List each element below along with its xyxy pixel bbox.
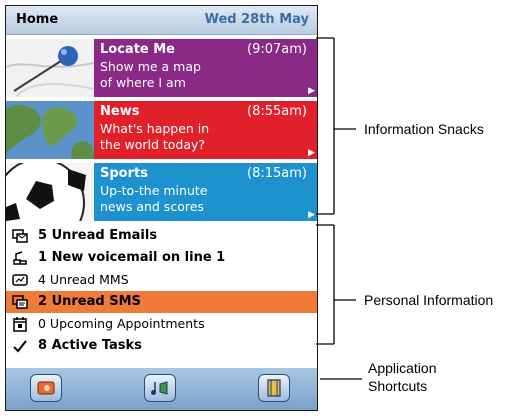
list-item-label: 4 Unread MMS <box>38 272 129 287</box>
voicemail-icon <box>13 251 27 265</box>
video-icon <box>267 379 281 397</box>
camera-shortcut-button[interactable] <box>30 374 62 402</box>
snack-title: Sports <box>100 166 148 181</box>
date-label: Wed 28th May <box>204 12 309 27</box>
snack-desc-line: Up-to-the minute <box>100 183 208 198</box>
snack-desc-line: What's happen in <box>100 121 210 136</box>
calendar-icon <box>13 317 27 332</box>
snack-desc-line: news and scores <box>100 199 204 214</box>
list-item-label: 2 Unread SMS <box>38 294 141 309</box>
list-item-sms[interactable]: 2 Unread SMS <box>6 291 317 313</box>
mms-icon <box>12 274 28 286</box>
chevron-right-icon: ▶ <box>308 210 315 220</box>
callout-application-line1: Application <box>368 360 437 376</box>
checkmark-icon <box>13 340 27 353</box>
snack-band: Sports (8:15am) Up-to-the minute news an… <box>94 163 317 221</box>
list-item-label: 8 Active Tasks <box>38 338 142 353</box>
sms-icon <box>12 295 28 309</box>
music-icon <box>151 381 168 395</box>
chevron-right-icon: ▶ <box>308 148 315 158</box>
callout-application-line2: Shortcuts <box>368 378 428 394</box>
shortcuts-bar <box>6 368 317 410</box>
soccer-ball-image <box>6 163 94 221</box>
video-shortcut-button[interactable] <box>258 374 290 402</box>
list-item-tasks[interactable]: 8 Active Tasks <box>6 335 317 357</box>
callout-information-snacks: Information Snacks <box>364 121 484 137</box>
snack-time: (8:15am) <box>247 166 307 181</box>
snack-desc-line: of where I am <box>100 75 186 90</box>
phone-screen: Home Wed 28th May Locate Me (9:07am) Sho… <box>5 5 318 411</box>
snack-time: (9:07am) <box>247 42 307 57</box>
snack-news[interactable]: News (8:55am) What's happen in the world… <box>6 101 317 159</box>
list-item-emails[interactable]: 5 Unread Emails <box>6 225 317 247</box>
music-shortcut-button[interactable] <box>144 374 176 402</box>
snack-locate-me[interactable]: Locate Me (9:07am) Show me a map of wher… <box>6 39 317 97</box>
list-item-mms[interactable]: 4 Unread MMS <box>6 269 317 291</box>
list-item-label: 0 Upcoming Appointments <box>38 316 205 331</box>
snack-title: Locate Me <box>100 42 176 57</box>
list-item-label: 1 New voicemail on line 1 <box>38 250 226 265</box>
snack-band: News (8:55am) What's happen in the world… <box>94 101 317 159</box>
snack-sports[interactable]: Sports (8:15am) Up-to-the minute news an… <box>6 163 317 221</box>
email-icon <box>12 229 28 243</box>
snack-desc-line: Show me a map <box>100 59 201 74</box>
callout-personal-information: Personal Information <box>364 292 494 308</box>
list-item-label: 5 Unread Emails <box>38 228 158 243</box>
map-pin-image <box>6 39 94 97</box>
personal-info-list: 5 Unread Emails 1 New voicemail on line … <box>6 225 317 362</box>
list-item-appointments[interactable]: 0 Upcoming Appointments <box>6 313 317 335</box>
home-label[interactable]: Home <box>16 12 58 27</box>
camera-icon <box>37 381 55 395</box>
chevron-right-icon: ▶ <box>308 86 315 96</box>
snack-desc-line: the world today? <box>100 137 206 152</box>
snack-band: Locate Me (9:07am) Show me a map of wher… <box>94 39 317 97</box>
list-item-voicemail[interactable]: 1 New voicemail on line 1 <box>6 247 317 269</box>
snack-time: (8:55am) <box>247 104 307 119</box>
top-bar: Home Wed 28th May <box>6 6 317 35</box>
world-map-image <box>6 101 94 159</box>
snack-title: News <box>100 104 140 119</box>
